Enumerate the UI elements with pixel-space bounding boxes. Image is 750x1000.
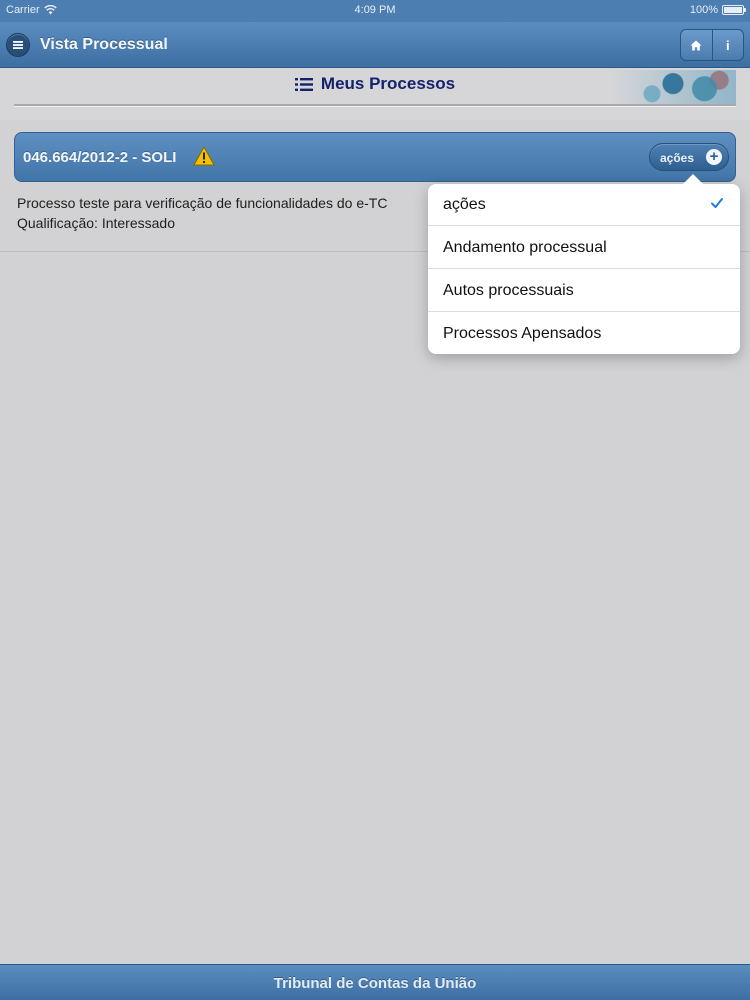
app-header: Vista Processual i [0,22,750,68]
status-bar: Carrier 4:09 PM 100% [0,0,750,22]
plus-icon: + [706,149,722,165]
header-title: Vista Processual [40,36,168,53]
process-description: Processo teste para verificação de funci… [17,195,388,211]
menu-button[interactable] [6,33,30,57]
process-qualification: Qualificação: Interessado [17,215,175,231]
menu-item-autos[interactable]: Autos processuais [428,270,740,312]
actions-button-label: ações [660,151,695,165]
menu-item-acoes[interactable]: ações [428,184,740,226]
process-id: 046.664/2012-2 - SOLI [23,149,177,166]
menu-item-label: Andamento processual [443,239,607,256]
header-button-group: i [680,29,744,61]
actions-menu: ações Andamento processual Autos process… [428,174,740,355]
section-header: Meus Processos [0,68,750,120]
process-card[interactable]: 046.664/2012-2 - SOLI ações + [14,132,736,182]
footer-text: Tribunal de Contas da União [273,975,477,992]
section-title: Meus Processos [0,74,750,94]
menu-item-apensados[interactable]: Processos Apensados [428,313,740,355]
battery-label: 100% [689,4,718,16]
info-icon: i [725,37,730,53]
menu-item-label: Autos processuais [443,282,574,299]
info-button[interactable]: i [711,30,744,60]
menu-item-label: Processos Apensados [443,325,602,342]
home-button[interactable] [681,30,712,60]
status-right: 100% [689,4,746,16]
status-time: 4:09 PM [354,4,396,16]
menu-icon [13,41,23,49]
menu-item-andamento[interactable]: Andamento processual [428,227,740,269]
actions-button[interactable]: ações + [649,143,729,171]
battery-icon [722,5,746,15]
warning-icon [193,146,215,166]
section-divider [14,104,736,106]
app-footer: Tribunal de Contas da União [0,964,750,1000]
home-icon [690,40,702,50]
menu-item-label: ações [443,196,486,213]
section-title-text: Meus Processos [320,74,456,93]
list-icon [294,77,313,91]
checkmark-icon [711,198,723,208]
